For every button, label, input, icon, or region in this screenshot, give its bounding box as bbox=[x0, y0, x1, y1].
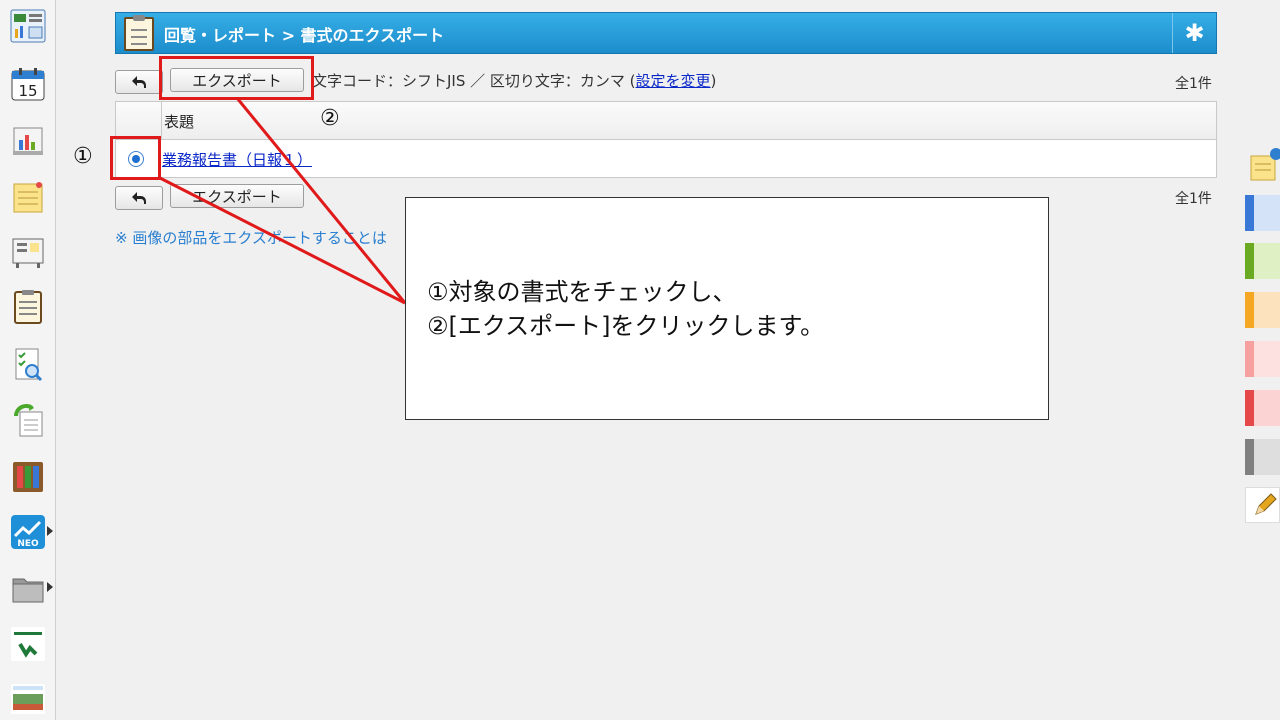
marker-2: ② bbox=[320, 106, 340, 131]
instruction-line-1: ①対象の書式をチェックし、 bbox=[427, 278, 737, 306]
arrow-line-1 bbox=[159, 176, 406, 305]
instruction-line-2: ②[エクスポート]をクリックします。 bbox=[427, 312, 825, 340]
highlight-radio bbox=[110, 136, 161, 180]
highlight-export-button bbox=[159, 56, 314, 100]
marker-1: ① bbox=[73, 144, 93, 169]
instruction-callout: ①対象の書式をチェックし、 ②[エクスポート]をクリックします。 bbox=[405, 197, 1049, 420]
